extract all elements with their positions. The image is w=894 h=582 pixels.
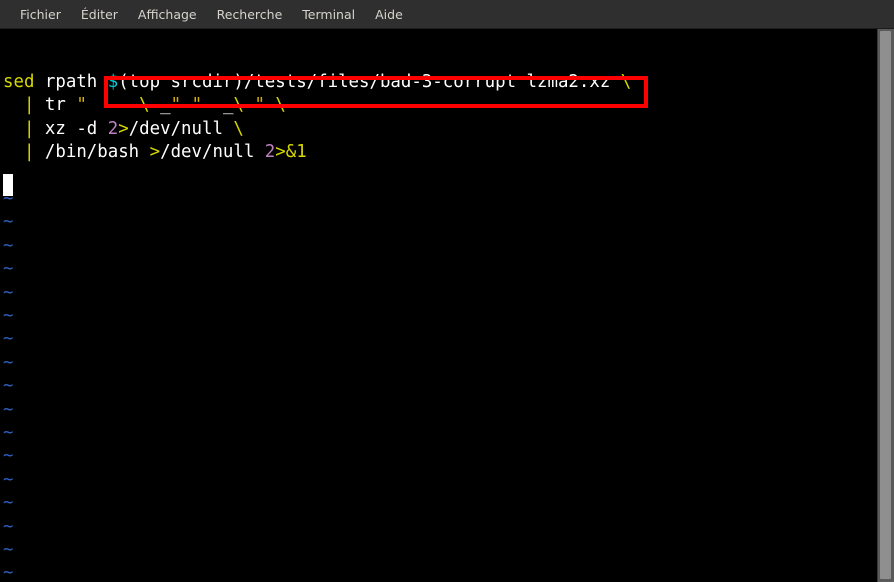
vim-editor-screen[interactable]: sed rpath $(top srcdir)/tests/files/bad-… [0, 29, 894, 582]
menu-editer[interactable]: Éditer [71, 4, 128, 25]
code-token: /dev/null [160, 142, 265, 163]
code-token: | [23, 142, 35, 163]
menu-aide[interactable]: Aide [365, 4, 413, 25]
empty-line-marker: ~ [3, 235, 14, 256]
code-token: " [191, 95, 203, 116]
code-token: > [118, 118, 129, 139]
code-token: >&1 [275, 142, 307, 163]
code-token: \ [233, 95, 244, 116]
code-token: \ [620, 72, 632, 92]
code-token: | [23, 118, 35, 139]
code-token: /bin/bash [34, 142, 150, 163]
empty-line-marker: ~ [3, 212, 14, 233]
code-token: | [23, 95, 35, 116]
empty-line-marker: ~ [3, 516, 14, 537]
empty-line-marker: ~ [3, 446, 14, 467]
code-token: \ [139, 95, 150, 116]
code-token: 2 [107, 118, 119, 139]
terminal-window[interactable]: sed rpath $(top srcdir)/tests/files/bad-… [0, 29, 894, 582]
code-token: tr [34, 95, 77, 116]
menu-terminal[interactable]: Terminal [292, 4, 365, 25]
empty-line-marker: ~ [3, 259, 14, 280]
code-line-3: | xz -d 2>/dev/null \ [3, 118, 244, 141]
empty-line-marker: ~ [3, 329, 14, 350]
code-token: > [149, 142, 161, 163]
code-line-4: | /bin/bash >/dev/null 2>&1 [3, 141, 307, 164]
empty-line-marker: ~ [3, 399, 14, 420]
code-token: xz -d [34, 118, 108, 139]
code-line-1: sed rpath $(top srcdir)/tests/files/bad-… [3, 71, 631, 94]
code-token: 2 [264, 142, 276, 163]
menu-bar: Fichier Éditer Affichage Recherche Terminal A… [0, 0, 894, 29]
code-token: - [243, 95, 255, 116]
vertical-scrollbar[interactable] [877, 29, 894, 582]
text-cursor [3, 174, 13, 196]
empty-line-marker: ~ [3, 469, 14, 490]
empty-line-marker: ~ [3, 282, 14, 303]
scrollbar-thumb[interactable] [880, 31, 891, 579]
code-token: _ [202, 95, 234, 116]
empty-line-marker: ~ [3, 306, 14, 326]
code-token: \ [275, 95, 286, 116]
empty-line-marker: ~ [3, 493, 14, 514]
code-token: (top srcdir)/tests/files/bad-3-corrupt l… [118, 72, 611, 92]
code-token: -_ [149, 95, 171, 116]
empty-line-marker: ~ [3, 352, 14, 373]
menu-recherche[interactable]: Recherche [207, 4, 293, 25]
menu-affichage[interactable]: Affichage [128, 4, 207, 25]
menu-fichier[interactable]: Fichier [10, 4, 71, 25]
code-token: sed [3, 72, 35, 92]
code-token: $ [107, 72, 119, 92]
code-token: " [254, 95, 265, 116]
empty-line-marker: ~ [3, 376, 14, 397]
code-token: /dev/null [128, 118, 234, 139]
code-token: " [170, 95, 182, 116]
code-token: rpath [34, 72, 108, 92]
vim-status-line: 6,0-1 Tout [0, 552, 894, 582]
code-token: \ [233, 118, 244, 139]
code-line-2: | tr " \-_" " _\-" \ [3, 94, 286, 117]
code-token: " [76, 95, 87, 116]
empty-line-marker: ~ [3, 423, 14, 443]
